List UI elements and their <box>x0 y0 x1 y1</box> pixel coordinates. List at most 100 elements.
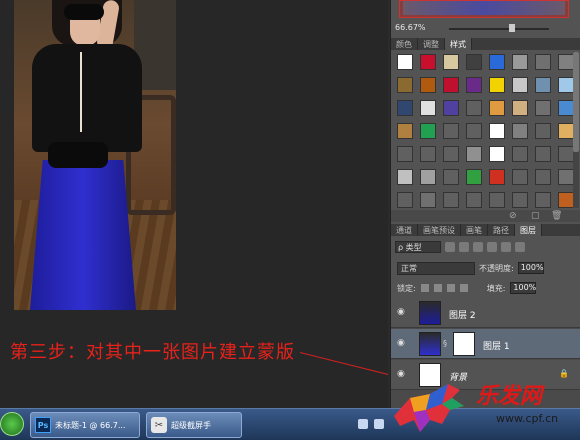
adjustment-filter-icon[interactable] <box>459 242 469 252</box>
style-swatch[interactable] <box>489 169 505 185</box>
new-style-icon[interactable]: ▢ <box>531 211 540 221</box>
style-swatch[interactable] <box>489 100 505 116</box>
style-swatch[interactable] <box>512 100 528 116</box>
style-swatch[interactable] <box>466 123 482 139</box>
layer-mask-thumbnail[interactable] <box>453 332 475 356</box>
style-swatch[interactable] <box>443 146 459 162</box>
style-swatch[interactable] <box>466 146 482 162</box>
document-canvas[interactable]: 第三步：对其中一张图片建立蒙版 <box>0 0 388 408</box>
lock-all-icon[interactable] <box>459 284 468 292</box>
style-swatch[interactable] <box>535 100 551 116</box>
styles-scrollbar[interactable] <box>573 52 579 208</box>
style-swatch[interactable] <box>558 77 574 93</box>
style-swatch[interactable] <box>535 146 551 162</box>
style-swatch[interactable] <box>420 192 436 208</box>
style-swatch[interactable] <box>535 192 551 208</box>
style-swatch[interactable] <box>489 54 505 70</box>
layers-panel-tab-1[interactable]: 画笔预设 <box>418 224 461 236</box>
style-swatch[interactable] <box>397 123 413 139</box>
shape-filter-icon[interactable] <box>487 242 497 252</box>
style-swatch[interactable] <box>512 123 528 139</box>
style-swatch[interactable] <box>466 100 482 116</box>
zoom-slider-handle[interactable] <box>509 24 515 32</box>
style-swatch[interactable] <box>558 123 574 139</box>
lock-image-icon[interactable] <box>433 284 442 292</box>
style-swatch[interactable] <box>466 169 482 185</box>
style-swatch[interactable] <box>558 54 574 70</box>
style-swatch[interactable] <box>443 100 459 116</box>
style-swatch[interactable] <box>443 123 459 139</box>
style-swatch[interactable] <box>466 192 482 208</box>
lock-transparency-icon[interactable] <box>420 284 429 292</box>
style-swatch[interactable] <box>535 77 551 93</box>
visibility-eye-icon[interactable]: ◉ <box>397 338 407 348</box>
tray-network-icon[interactable] <box>374 419 384 429</box>
zoom-value[interactable]: 66.67% <box>395 23 426 32</box>
layers-panel-tab-4[interactable]: 图层 <box>515 224 542 236</box>
style-swatch[interactable] <box>443 169 459 185</box>
layers-panel-tab-0[interactable]: 通道 <box>391 224 418 236</box>
style-swatch[interactable] <box>443 77 459 93</box>
style-swatch[interactable] <box>512 54 528 70</box>
style-swatch[interactable] <box>512 192 528 208</box>
opacity-input[interactable]: 100% <box>517 262 544 274</box>
style-swatch[interactable] <box>489 123 505 139</box>
mask-link-icon[interactable]: § <box>443 339 447 348</box>
fill-input[interactable]: 100% <box>510 282 537 294</box>
style-swatch[interactable] <box>558 100 574 116</box>
no-style-icon[interactable]: ⊘ <box>509 211 517 221</box>
layer-row-layer-2[interactable]: ◉ 图层 2 <box>391 298 580 328</box>
style-swatch[interactable] <box>397 192 413 208</box>
navigator-thumbnail[interactable] <box>399 0 569 18</box>
layer-row-layer-1[interactable]: ◉ § 图层 1 <box>391 329 580 359</box>
style-swatch[interactable] <box>397 77 413 93</box>
trash-icon[interactable]: 🗑 <box>551 211 562 221</box>
style-swatch[interactable] <box>512 146 528 162</box>
blend-mode-select[interactable]: 正常 <box>397 261 475 275</box>
tray-flag-icon[interactable] <box>358 419 368 429</box>
style-swatch[interactable] <box>512 169 528 185</box>
layer-name[interactable]: 图层 2 <box>449 308 476 321</box>
style-swatch[interactable] <box>420 169 436 185</box>
style-swatch[interactable] <box>397 146 413 162</box>
style-swatch[interactable] <box>443 54 459 70</box>
type-filter-icon[interactable] <box>473 242 483 252</box>
layer-name[interactable]: 图层 1 <box>483 339 510 352</box>
layers-panel-tab-3[interactable]: 路径 <box>488 224 515 236</box>
lock-position-icon[interactable] <box>446 284 455 292</box>
style-swatch[interactable] <box>420 123 436 139</box>
taskbar-item-photoshop[interactable]: Ps 未标题-1 @ 66.7... <box>30 412 140 438</box>
style-swatch[interactable] <box>512 77 528 93</box>
styles-panel-tab-2[interactable]: 样式 <box>445 38 472 50</box>
style-swatch[interactable] <box>466 77 482 93</box>
start-button[interactable] <box>0 412 24 436</box>
smart-object-filter-icon[interactable] <box>501 242 511 252</box>
layer-kind-filter-select[interactable]: ρ 类型 <box>395 241 441 253</box>
styles-panel-tab-1[interactable]: 调整 <box>418 38 445 50</box>
style-swatch[interactable] <box>489 192 505 208</box>
style-swatch[interactable] <box>558 169 574 185</box>
taskbar-item-screenshot-tool[interactable]: ✂ 超级截屏手 <box>146 412 242 438</box>
style-swatch[interactable] <box>535 123 551 139</box>
style-swatch[interactable] <box>489 146 505 162</box>
style-swatch[interactable] <box>420 54 436 70</box>
style-swatch[interactable] <box>535 169 551 185</box>
zoom-slider[interactable] <box>449 28 549 30</box>
style-swatch[interactable] <box>466 54 482 70</box>
style-swatch[interactable] <box>397 54 413 70</box>
styles-panel-tab-0[interactable]: 颜色 <box>391 38 418 50</box>
visibility-eye-icon[interactable]: ◉ <box>397 307 407 317</box>
style-swatch[interactable] <box>420 146 436 162</box>
style-swatch[interactable] <box>489 77 505 93</box>
style-swatch[interactable] <box>535 54 551 70</box>
style-swatch[interactable] <box>443 192 459 208</box>
style-swatch[interactable] <box>558 146 574 162</box>
style-swatch[interactable] <box>397 100 413 116</box>
style-swatch[interactable] <box>397 169 413 185</box>
style-swatch[interactable] <box>558 192 574 208</box>
pixel-filter-icon[interactable] <box>445 242 455 252</box>
style-swatch[interactable] <box>420 77 436 93</box>
layers-panel-tab-2[interactable]: 画笔 <box>461 224 488 236</box>
filter-toggle-icon[interactable] <box>515 242 525 252</box>
style-swatch[interactable] <box>420 100 436 116</box>
